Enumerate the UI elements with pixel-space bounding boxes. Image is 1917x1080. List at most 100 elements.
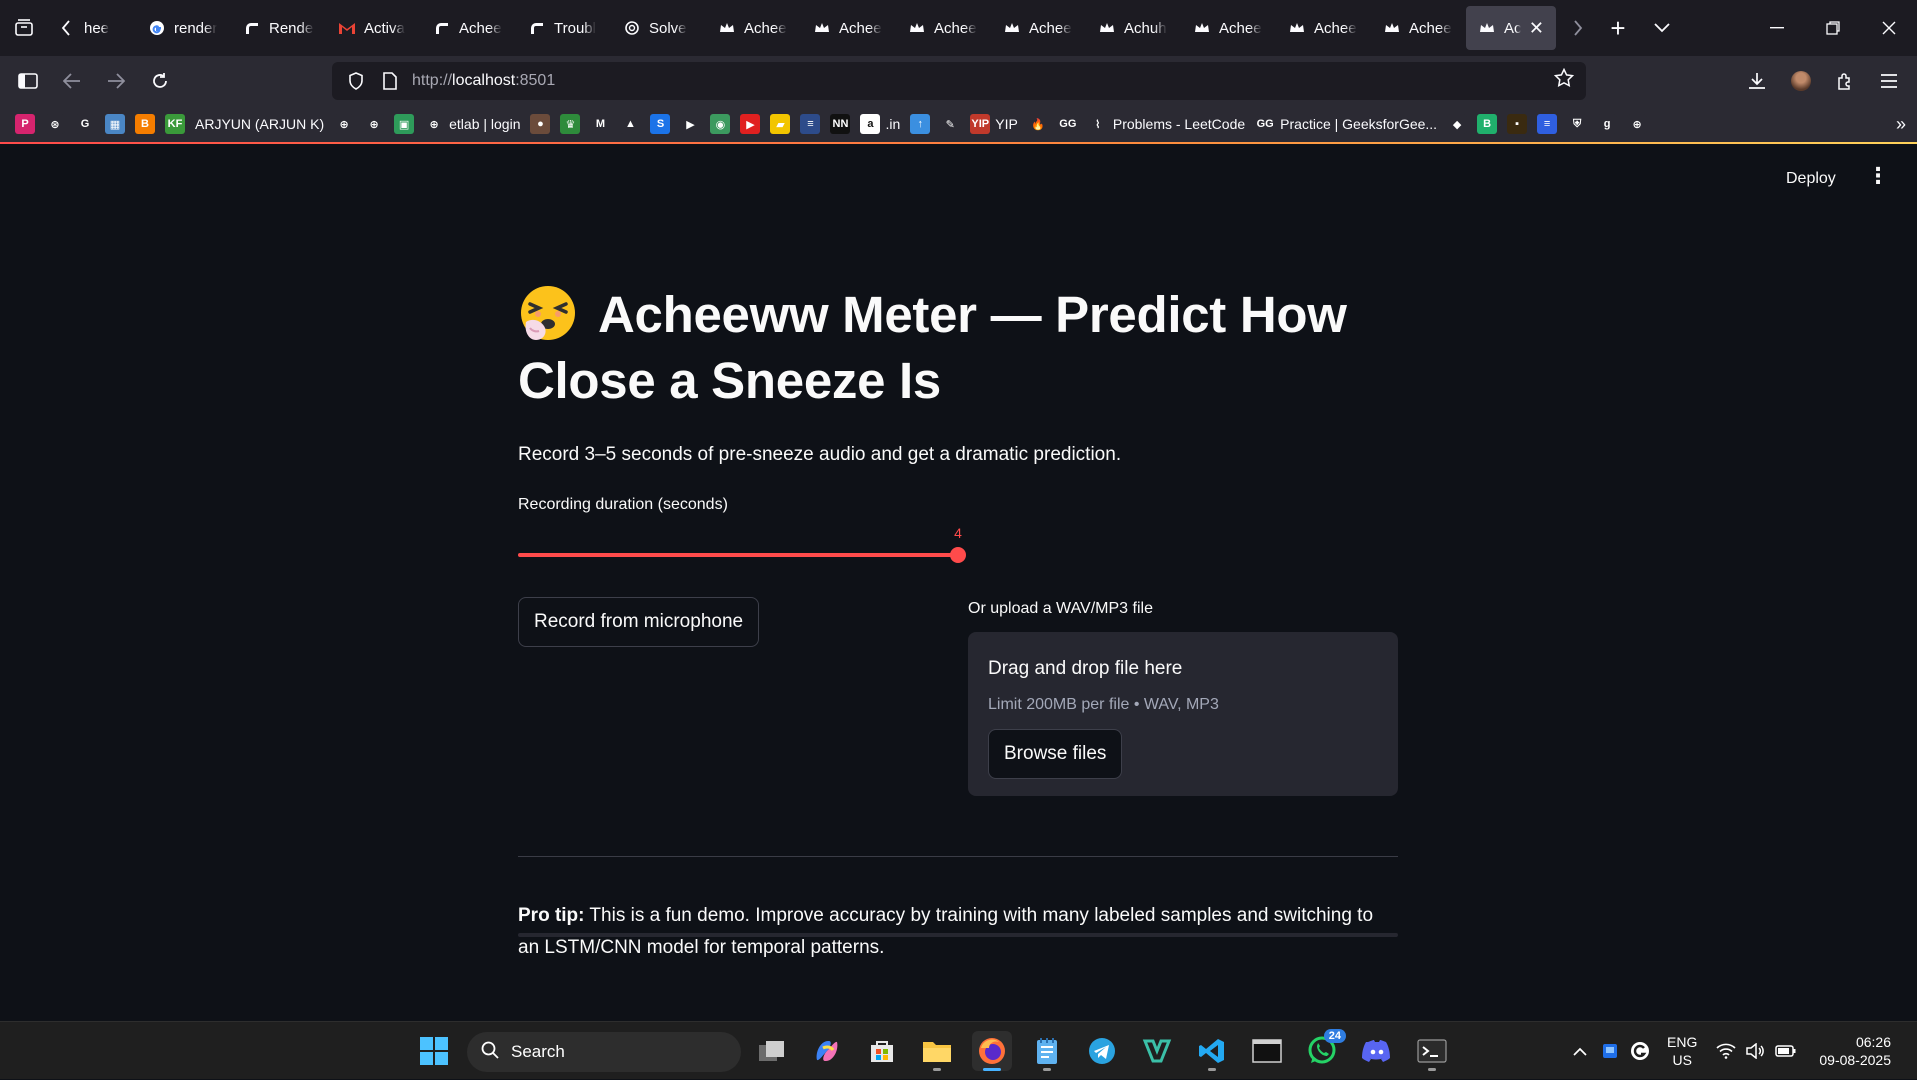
bookmark-36[interactable]: ⊕	[1622, 110, 1652, 138]
bookmark-21[interactable]: NN	[825, 110, 855, 138]
taskbar-search[interactable]: Search	[467, 1032, 741, 1072]
sidebar-toggle-icon[interactable]	[6, 61, 50, 101]
bookmark-11[interactable]: ●	[525, 110, 555, 138]
bookmark-7[interactable]: ⊕	[329, 110, 359, 138]
back-icon[interactable]	[50, 61, 94, 101]
bookmark-9[interactable]: ▣	[389, 110, 419, 138]
tab-3[interactable]: Activa	[326, 6, 421, 50]
scroll-tabs-left-icon[interactable]	[48, 6, 84, 50]
bookmark-32[interactable]: ▪	[1502, 110, 1532, 138]
extensions-icon[interactable]	[1823, 61, 1867, 101]
bookmark-31[interactable]: B	[1472, 110, 1502, 138]
tray-app-icon[interactable]	[1595, 1043, 1625, 1059]
tab-8[interactable]: Achee	[801, 6, 896, 50]
bookmark-14[interactable]: ▲	[615, 110, 645, 138]
bookmark-28[interactable]: ⌇ Problems - LeetCode	[1083, 110, 1250, 138]
discord-icon[interactable]	[1357, 1031, 1397, 1071]
firefox-icon[interactable]	[972, 1031, 1012, 1071]
bookmark-5[interactable]: KF	[160, 110, 190, 138]
scroll-tabs-right-icon[interactable]	[1560, 6, 1596, 50]
windows-start-icon[interactable]	[414, 1031, 454, 1071]
bookmark-star-icon[interactable]	[1553, 67, 1575, 94]
bookmark-17[interactable]: ◉	[705, 110, 735, 138]
copilot-icon[interactable]	[807, 1031, 847, 1071]
bookmark-0[interactable]: P	[10, 110, 40, 138]
wifi-icon[interactable]	[1711, 1043, 1741, 1059]
browse-files-button[interactable]: Browse files	[988, 729, 1123, 779]
tab-10[interactable]: Achee	[991, 6, 1086, 50]
bookmark-1[interactable]: ⊛	[40, 110, 70, 138]
tab-active[interactable]: Ach ✕	[1466, 6, 1556, 50]
windows-terminal-icon[interactable]	[1412, 1031, 1452, 1071]
clock[interactable]: 06:26 09-08-2025	[1819, 1033, 1891, 1069]
bookmark-18[interactable]: ▶	[735, 110, 765, 138]
file-explorer-icon[interactable]	[917, 1031, 957, 1071]
list-all-tabs-icon[interactable]	[1640, 6, 1684, 50]
hamburger-menu-icon[interactable]	[1867, 61, 1911, 101]
tab-14[interactable]: Achee	[1371, 6, 1466, 50]
file-dropzone[interactable]: Drag and drop file here Limit 200MB per …	[968, 632, 1398, 796]
visual-studio-icon[interactable]	[1137, 1031, 1177, 1071]
minimize-icon[interactable]	[1749, 0, 1805, 56]
new-tab-icon[interactable]: +	[1596, 6, 1640, 50]
bookmark-4[interactable]: B	[130, 110, 160, 138]
tab-12[interactable]: Achee	[1181, 6, 1276, 50]
kebab-menu-icon[interactable]: ⋮	[1867, 162, 1889, 190]
record-microphone-button[interactable]: Record from microphone	[518, 597, 760, 647]
bookmark-3[interactable]: ▦	[100, 110, 130, 138]
tab-9[interactable]: Achee	[896, 6, 991, 50]
chevron-up-icon[interactable]	[1565, 1047, 1595, 1056]
vscode-icon[interactable]	[1192, 1031, 1232, 1071]
bookmark-13[interactable]: M	[585, 110, 615, 138]
tab-11[interactable]: Achuh	[1086, 6, 1181, 50]
bookmark-27[interactable]: GG	[1053, 110, 1083, 138]
tab-13[interactable]: Achee	[1276, 6, 1371, 50]
url-bar[interactable]: http://localhost:8501	[332, 62, 1586, 100]
bookmark-20[interactable]: ≡	[795, 110, 825, 138]
whatsapp-icon[interactable]: 24	[1302, 1029, 1346, 1071]
bookmark-15[interactable]: S	[645, 110, 675, 138]
bookmark-33[interactable]: ≡	[1532, 110, 1562, 138]
microsoft-store-icon[interactable]	[862, 1031, 902, 1071]
reload-icon[interactable]	[138, 61, 182, 101]
slider-thumb[interactable]	[950, 547, 966, 563]
tab-2[interactable]: Render	[231, 6, 326, 50]
bookmark-10[interactable]: ⊕ etlab | login	[419, 110, 525, 138]
restore-icon[interactable]	[1805, 0, 1861, 56]
bookmark-2[interactable]: G	[70, 110, 100, 138]
bookmark-34[interactable]: ⛨	[1562, 110, 1592, 138]
page-icon[interactable]	[378, 72, 402, 90]
bookmark-35[interactable]: g	[1592, 110, 1622, 138]
tab-5[interactable]: Troubl	[516, 6, 611, 50]
tab-7[interactable]: Achee	[706, 6, 801, 50]
volume-icon[interactable]	[1741, 1043, 1771, 1059]
account-avatar[interactable]	[1779, 61, 1823, 101]
grammarly-icon[interactable]	[1625, 1041, 1655, 1061]
bookmark-23[interactable]: ↑	[905, 110, 935, 138]
more-bookmarks-icon[interactable]: »	[1891, 110, 1911, 138]
terminal-window-icon[interactable]	[1247, 1031, 1287, 1071]
bookmark-12[interactable]: ♛	[555, 110, 585, 138]
battery-icon[interactable]	[1771, 1044, 1801, 1058]
task-view-icon[interactable]	[752, 1031, 792, 1071]
bookmark-25[interactable]: YIP YIP	[965, 110, 1023, 138]
downloads-icon[interactable]	[1735, 61, 1779, 101]
tab-manager-icon[interactable]	[0, 6, 48, 50]
duration-slider[interactable]: 4	[518, 525, 1398, 937]
close-tab-icon[interactable]: ✕	[1529, 18, 1544, 39]
bookmark-6[interactable]: ARJYUN (ARJUN K)	[190, 110, 329, 138]
bookmark-30[interactable]: ◆	[1442, 110, 1472, 138]
bookmark-26[interactable]: 🔥	[1023, 110, 1053, 138]
deploy-button[interactable]: Deploy	[1780, 166, 1842, 192]
forward-icon[interactable]	[94, 61, 138, 101]
bookmark-29[interactable]: GG Practice | GeeksforGee...	[1250, 110, 1442, 138]
bookmark-24[interactable]: ✎	[935, 110, 965, 138]
tab-1[interactable]: render	[136, 6, 231, 50]
bookmark-16[interactable]: ▶	[675, 110, 705, 138]
shield-icon[interactable]	[344, 72, 368, 90]
notepad-icon[interactable]	[1027, 1031, 1067, 1071]
tab-6[interactable]: Solve	[611, 6, 706, 50]
telegram-icon[interactable]	[1082, 1031, 1122, 1071]
bookmark-19[interactable]: ▰	[765, 110, 795, 138]
bookmark-22[interactable]: a .in	[855, 110, 905, 138]
